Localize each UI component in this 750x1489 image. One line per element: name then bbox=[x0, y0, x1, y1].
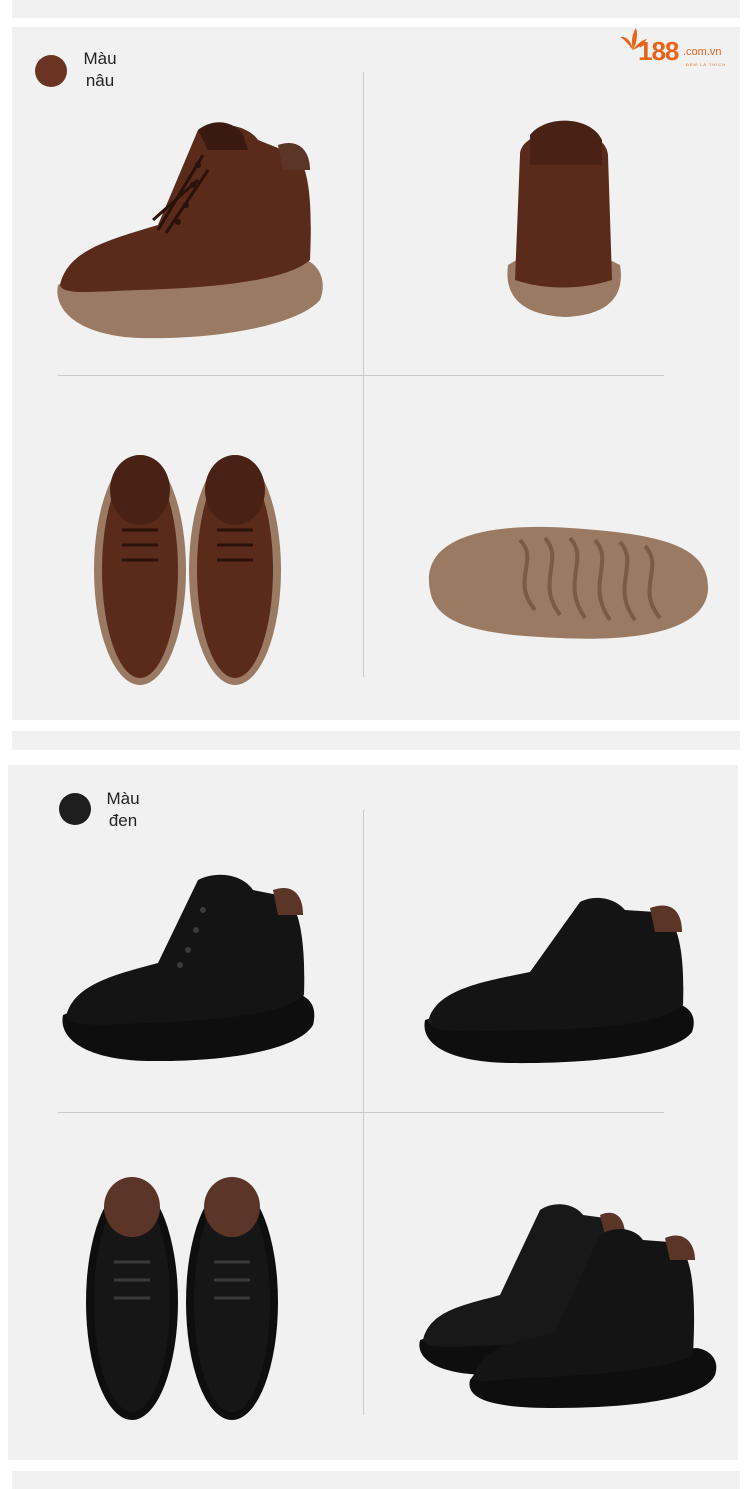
brown-color-label: Màu nâu bbox=[75, 48, 125, 92]
black-color-swatch bbox=[59, 793, 91, 825]
black-shoe-side-alt-image bbox=[424, 897, 694, 1064]
color-label-line2: đen bbox=[108, 811, 138, 830]
logo-domain: .com.vn bbox=[683, 46, 722, 58]
brown-shoe-sole-image bbox=[428, 526, 709, 639]
color-label-line1: Màu bbox=[83, 49, 117, 68]
brown-shoe-back-image bbox=[507, 120, 621, 317]
brown-horizontal-divider bbox=[58, 375, 664, 376]
logo-number: 188 bbox=[638, 36, 679, 66]
bottom-gallery-strip bbox=[12, 1471, 740, 1489]
black-shoe-top-pair-image bbox=[86, 1177, 278, 1420]
black-color-label: Màu đen bbox=[98, 788, 148, 832]
color-label-line1: Màu bbox=[106, 789, 140, 808]
color-label-line2: nâu bbox=[85, 71, 115, 90]
brand-logo[interactable]: 188 .com.vn ĐEM LÀ THÍCH bbox=[618, 24, 736, 70]
black-horizontal-divider bbox=[58, 1112, 664, 1113]
logo-tagline: ĐEM LÀ THÍCH bbox=[686, 62, 727, 67]
brown-shoe-top-pair-image bbox=[94, 455, 281, 685]
brown-color-swatch bbox=[35, 55, 67, 87]
middle-separator-strip bbox=[12, 731, 740, 750]
black-shoe-angled-pair-image bbox=[419, 1204, 717, 1408]
brown-shoe-side-image bbox=[57, 122, 323, 339]
black-shoe-side-image bbox=[62, 874, 315, 1062]
top-gallery-strip bbox=[12, 0, 740, 18]
